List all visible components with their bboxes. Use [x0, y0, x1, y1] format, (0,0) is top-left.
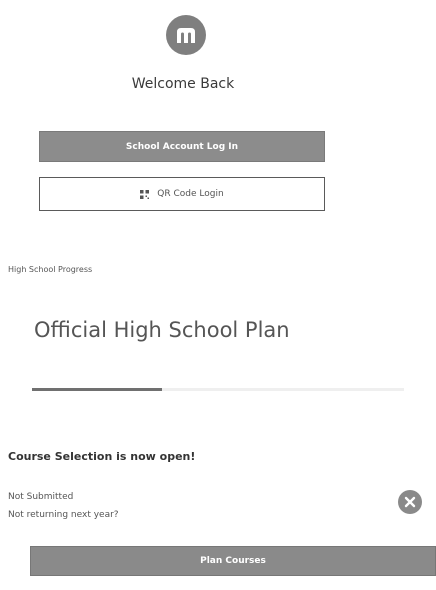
logo-icon [166, 15, 206, 55]
section-label-high-school-progress: High School Progress [8, 265, 93, 274]
close-icon-glyph [404, 496, 416, 508]
plan-courses-button[interactable]: Plan Courses [30, 546, 436, 576]
plan-card[interactable]: Official High School Plan [24, 306, 432, 398]
welcome-heading: Welcome Back [131, 76, 235, 92]
school-account-login-label: School Account Log In [125, 141, 239, 152]
submission-status: Not Submitted [8, 492, 74, 502]
plan-courses-label: Plan Courses [200, 556, 266, 566]
not-returning-link[interactable]: Not returning next year? [8, 510, 119, 520]
plan-progress-fill [32, 388, 163, 391]
course-selection-heading: Course Selection is now open! [8, 450, 196, 463]
plan-progress-bar [32, 388, 404, 391]
qr-code-icon [140, 189, 150, 199]
school-account-login-button[interactable]: School Account Log In [39, 131, 325, 162]
qr-code-login-label: QR Code Login [157, 189, 224, 199]
plan-title: Official High School Plan [34, 318, 290, 342]
qr-code-login-button[interactable]: QR Code Login [39, 177, 325, 211]
close-icon[interactable] [398, 490, 422, 514]
logo-icon-glyph [177, 28, 195, 43]
